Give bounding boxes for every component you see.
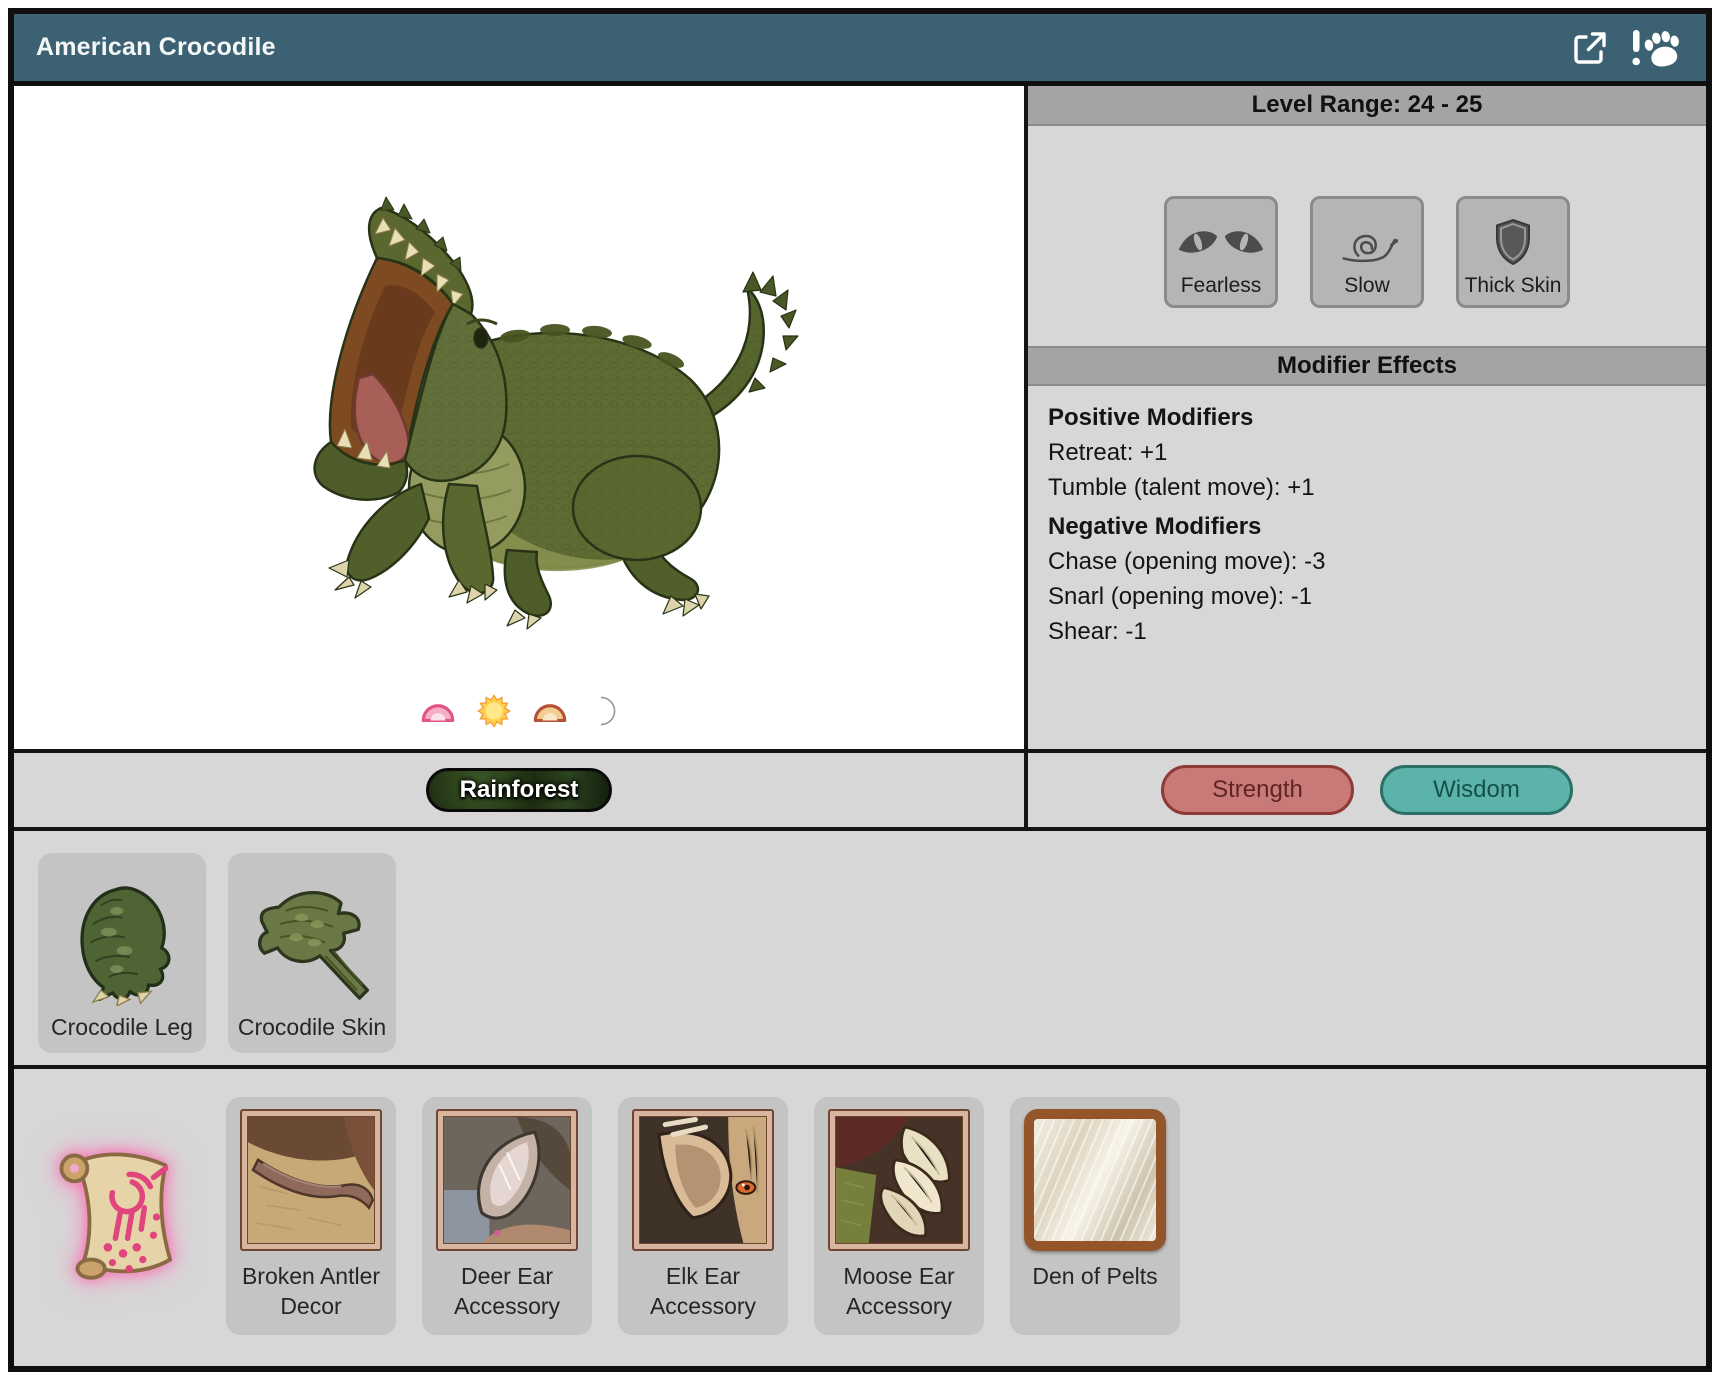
level-range-bar: Level Range: 24 - 25 [1028,86,1706,126]
title-bar: American Crocodile [14,14,1706,86]
recipe-item-label: Den of Pelts [1028,1261,1161,1291]
modifier-line: Retreat: +1 [1048,437,1686,468]
drop-item-crocodile-leg[interactable]: Crocodile Leg [38,853,206,1053]
item-frame [632,1109,774,1251]
trait-label: Fearless [1181,274,1262,298]
crocodile-skin-image [246,874,378,1006]
dusk-icon [529,698,571,729]
trait-label: Slow [1344,274,1390,298]
attributes-cell: Strength Wisdom [1028,753,1706,827]
modifier-line: Snarl (opening move): -1 [1048,581,1686,612]
strength-button[interactable]: Strength [1161,765,1354,815]
creature-panel [14,86,1028,749]
recipe-item-label: Moose Ear Accessory [814,1261,984,1321]
trait-thick-skin[interactable]: Thick Skin [1456,196,1570,308]
habitat-attributes-row: Rainforest Strength Wisdom [14,749,1706,831]
item-frame-branch [1024,1109,1166,1251]
modifier-line: Chase (opening move): -3 [1048,546,1686,577]
paw-alert-icon[interactable] [1630,28,1682,68]
habitat-cell: Rainforest [14,753,1028,827]
recipe-item-broken-antler-decor[interactable]: Broken Antler Decor [226,1097,396,1335]
trait-fearless[interactable]: Fearless [1164,196,1278,308]
positive-modifiers-title: Positive Modifiers [1048,402,1686,433]
recipe-item-label: Deer Ear Accessory [422,1261,592,1321]
external-link-icon[interactable] [1570,28,1610,68]
modifier-line: Shear: -1 [1048,616,1686,647]
recipe-item-label: Elk Ear Accessory [618,1261,788,1321]
negative-modifiers-title: Negative Modifiers [1048,511,1686,542]
time-of-day-row [14,694,1024,733]
item-frame [240,1109,382,1251]
trait-label: Thick Skin [1465,274,1562,298]
day-icon [477,694,511,733]
shield-icon [1491,214,1535,270]
drops-section: Crocodile Leg Crocodile Skin [14,831,1706,1069]
item-frame [828,1109,970,1251]
recipes-section: Broken Antler Decor [14,1069,1706,1366]
deer-ear-image [444,1117,570,1243]
app-window: American Crocodile [0,0,1720,1380]
night-icon [589,695,621,732]
snail-icon [1336,214,1398,270]
recipe-item-deer-ear-accessory[interactable]: Deer Ear Accessory [422,1097,592,1335]
modifier-effects-bar: Modifier Effects [1028,346,1706,386]
drop-item-crocodile-skin[interactable]: Crocodile Skin [228,853,396,1053]
traits-panel: Fearless Slow [1028,126,1706,346]
item-frame [436,1109,578,1251]
recipe-scroll-icon[interactable] [44,1141,196,1293]
modifier-line: Tumble (talent move): +1 [1048,472,1686,503]
den-of-pelts-image [1034,1119,1156,1241]
recipe-item-elk-ear-accessory[interactable]: Elk Ear Accessory [618,1097,788,1335]
page-title: American Crocodile [36,33,1570,62]
stats-panel: Level Range: 24 - 25 Fearless [1028,86,1706,749]
broken-antler-image [248,1117,374,1243]
cat-eyes-icon [1175,214,1267,270]
recipe-item-den-of-pelts[interactable]: Den of Pelts [1010,1097,1180,1335]
drop-item-label: Crocodile Leg [51,1014,193,1041]
dawn-icon [417,698,459,729]
title-bar-actions [1570,28,1682,68]
elk-ear-image [640,1117,766,1243]
recipe-item-moose-ear-accessory[interactable]: Moose Ear Accessory [814,1097,984,1335]
crocodile-leg-image [56,874,188,1006]
recipe-item-label: Broken Antler Decor [226,1261,396,1321]
trait-slow[interactable]: Slow [1310,196,1424,308]
modifier-effects-panel: Positive Modifiers Retreat: +1 Tumble (t… [1028,386,1706,749]
drop-item-label: Crocodile Skin [238,1014,386,1041]
creature-illustration [209,166,829,749]
habitat-button[interactable]: Rainforest [426,768,612,812]
wisdom-button[interactable]: Wisdom [1380,765,1573,815]
moose-ear-image [836,1117,962,1243]
creature-detail-page: American Crocodile [8,8,1712,1372]
main-content: Level Range: 24 - 25 Fearless [14,86,1706,749]
